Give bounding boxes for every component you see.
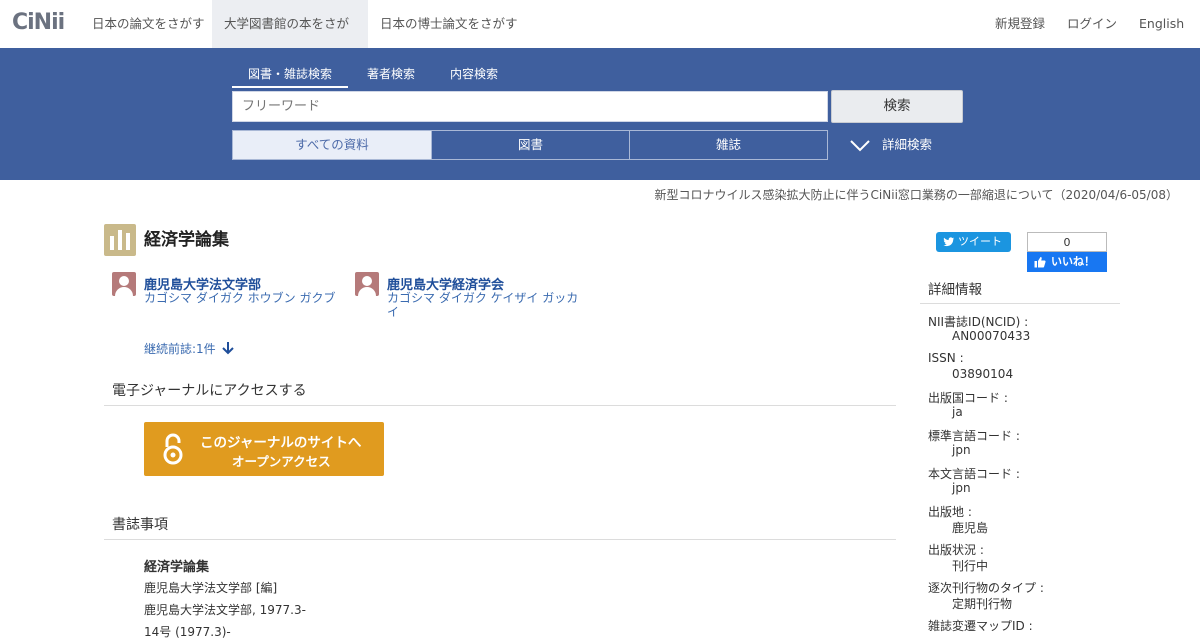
- tweet-label: ツイート: [958, 235, 1002, 248]
- facebook-like-button[interactable]: いいね！: [1027, 252, 1107, 272]
- journal-type-icon: [104, 224, 136, 256]
- filter-books[interactable]: 図書: [431, 130, 630, 160]
- service-notice-link[interactable]: 新型コロナウイルス感染拡大防止に伴うCiNii窓口業務の一部縮退について（202…: [655, 186, 1178, 203]
- filter-journals[interactable]: 雑誌: [629, 130, 828, 160]
- author-kana-2[interactable]: カゴシマ ダイガク ケイザイ ガッカイ: [387, 291, 579, 319]
- detail-label-std-language: 標準言語コード :: [928, 429, 1020, 443]
- ejournal-heading: 電子ジャーナルにアクセスする: [112, 383, 307, 399]
- detail-label-text-language: 本文言語コード :: [928, 467, 1020, 481]
- detail-label-serial-type: 逐次刊行物のタイプ :: [928, 581, 1044, 595]
- chevron-down-icon: [850, 139, 870, 151]
- detail-value-serial-type: 定期刊行物: [952, 597, 1013, 611]
- search-button[interactable]: 検索: [831, 90, 963, 123]
- search-panel: 図書・雑誌検索 著者検索 内容検索 検索 すべての資料 図書 雑誌 詳細検索: [0, 48, 1200, 180]
- detail-value-country: ja: [952, 405, 963, 419]
- details-heading: 詳細情報: [928, 282, 982, 298]
- search-input[interactable]: [232, 91, 828, 122]
- author-kana-1[interactable]: カゴシマ ダイガク ホウブン ガクブ: [144, 291, 342, 305]
- open-access-label-2: オープンアクセス: [232, 454, 331, 469]
- like-count: 0: [1027, 232, 1107, 252]
- nav-tab-dissertations[interactable]: 日本の博士論文をさがす: [368, 0, 530, 48]
- detail-value-ncid: AN00070433: [952, 329, 1031, 343]
- login-link[interactable]: ログイン: [1067, 0, 1117, 48]
- language-link[interactable]: English: [1139, 0, 1184, 48]
- nav-tab-books[interactable]: 大学図書館の本をさがす: [212, 0, 368, 79]
- detail-value-place: 鹿児島: [952, 521, 989, 535]
- open-access-icon: [163, 433, 183, 465]
- search-tab-books-journals[interactable]: 図書・雑誌検索: [232, 65, 348, 88]
- arrow-down-icon[interactable]: [220, 340, 236, 356]
- bib-title: 経済学論集: [144, 560, 210, 575]
- detail-label-issn: ISSN :: [928, 351, 964, 365]
- bib-volume: 14号 (1977.3)-: [144, 625, 231, 639]
- advanced-search-label: 詳細検索: [882, 137, 933, 152]
- thumbs-up-icon: [1034, 257, 1046, 268]
- detail-label-map-id: 雑誌変遷マップID :: [928, 619, 1033, 633]
- advanced-search-toggle[interactable]: 詳細検索: [850, 130, 932, 160]
- author-avatar-icon: [112, 272, 136, 296]
- twitter-bird-icon: [943, 237, 955, 247]
- detail-label-country: 出版国コード :: [928, 391, 1008, 405]
- register-link[interactable]: 新規登録: [995, 0, 1045, 48]
- nav-tab-articles[interactable]: 日本の論文をさがす: [80, 0, 217, 48]
- open-access-journal-button[interactable]: このジャーナルのサイトへ オープンアクセス: [144, 422, 384, 476]
- filter-all-materials[interactable]: すべての資料: [232, 130, 432, 160]
- cinii-logo[interactable]: CiNii: [12, 10, 65, 35]
- author-avatar-icon: [355, 272, 379, 296]
- bib-publication: 鹿児島大学法文学部, 1977.3-: [144, 603, 306, 617]
- detail-label-status: 出版状況 :: [928, 543, 984, 557]
- search-tab-content[interactable]: 内容検索: [444, 65, 504, 85]
- divider: [920, 303, 1120, 304]
- detail-value-issn: 03890104: [952, 367, 1014, 381]
- detail-label-place: 出版地 :: [928, 505, 972, 519]
- tweet-button[interactable]: ツイート: [936, 232, 1011, 252]
- divider: [104, 405, 896, 406]
- facebook-like-label: いいね！: [1051, 255, 1095, 268]
- divider: [104, 539, 896, 540]
- detail-label-ncid: NII書誌ID(NCID) :: [928, 315, 1029, 329]
- page-title: 経済学論集: [144, 230, 229, 250]
- bibliography-heading: 書誌事項: [112, 517, 168, 533]
- open-access-label-1: このジャーナルのサイトへ: [200, 435, 362, 451]
- detail-value-std-language: jpn: [952, 443, 971, 457]
- top-navigation-bar: CiNii 日本の論文をさがす 大学図書館の本をさがす 日本の博士論文をさがす …: [0, 0, 1200, 79]
- detail-value-text-language: jpn: [952, 481, 971, 495]
- detail-value-status: 刊行中: [952, 559, 989, 573]
- search-tab-authors[interactable]: 著者検索: [360, 65, 422, 85]
- bib-responsibility: 鹿児島大学法文学部 [編]: [144, 581, 278, 595]
- previous-title-link[interactable]: 継続前誌:1件: [144, 340, 216, 357]
